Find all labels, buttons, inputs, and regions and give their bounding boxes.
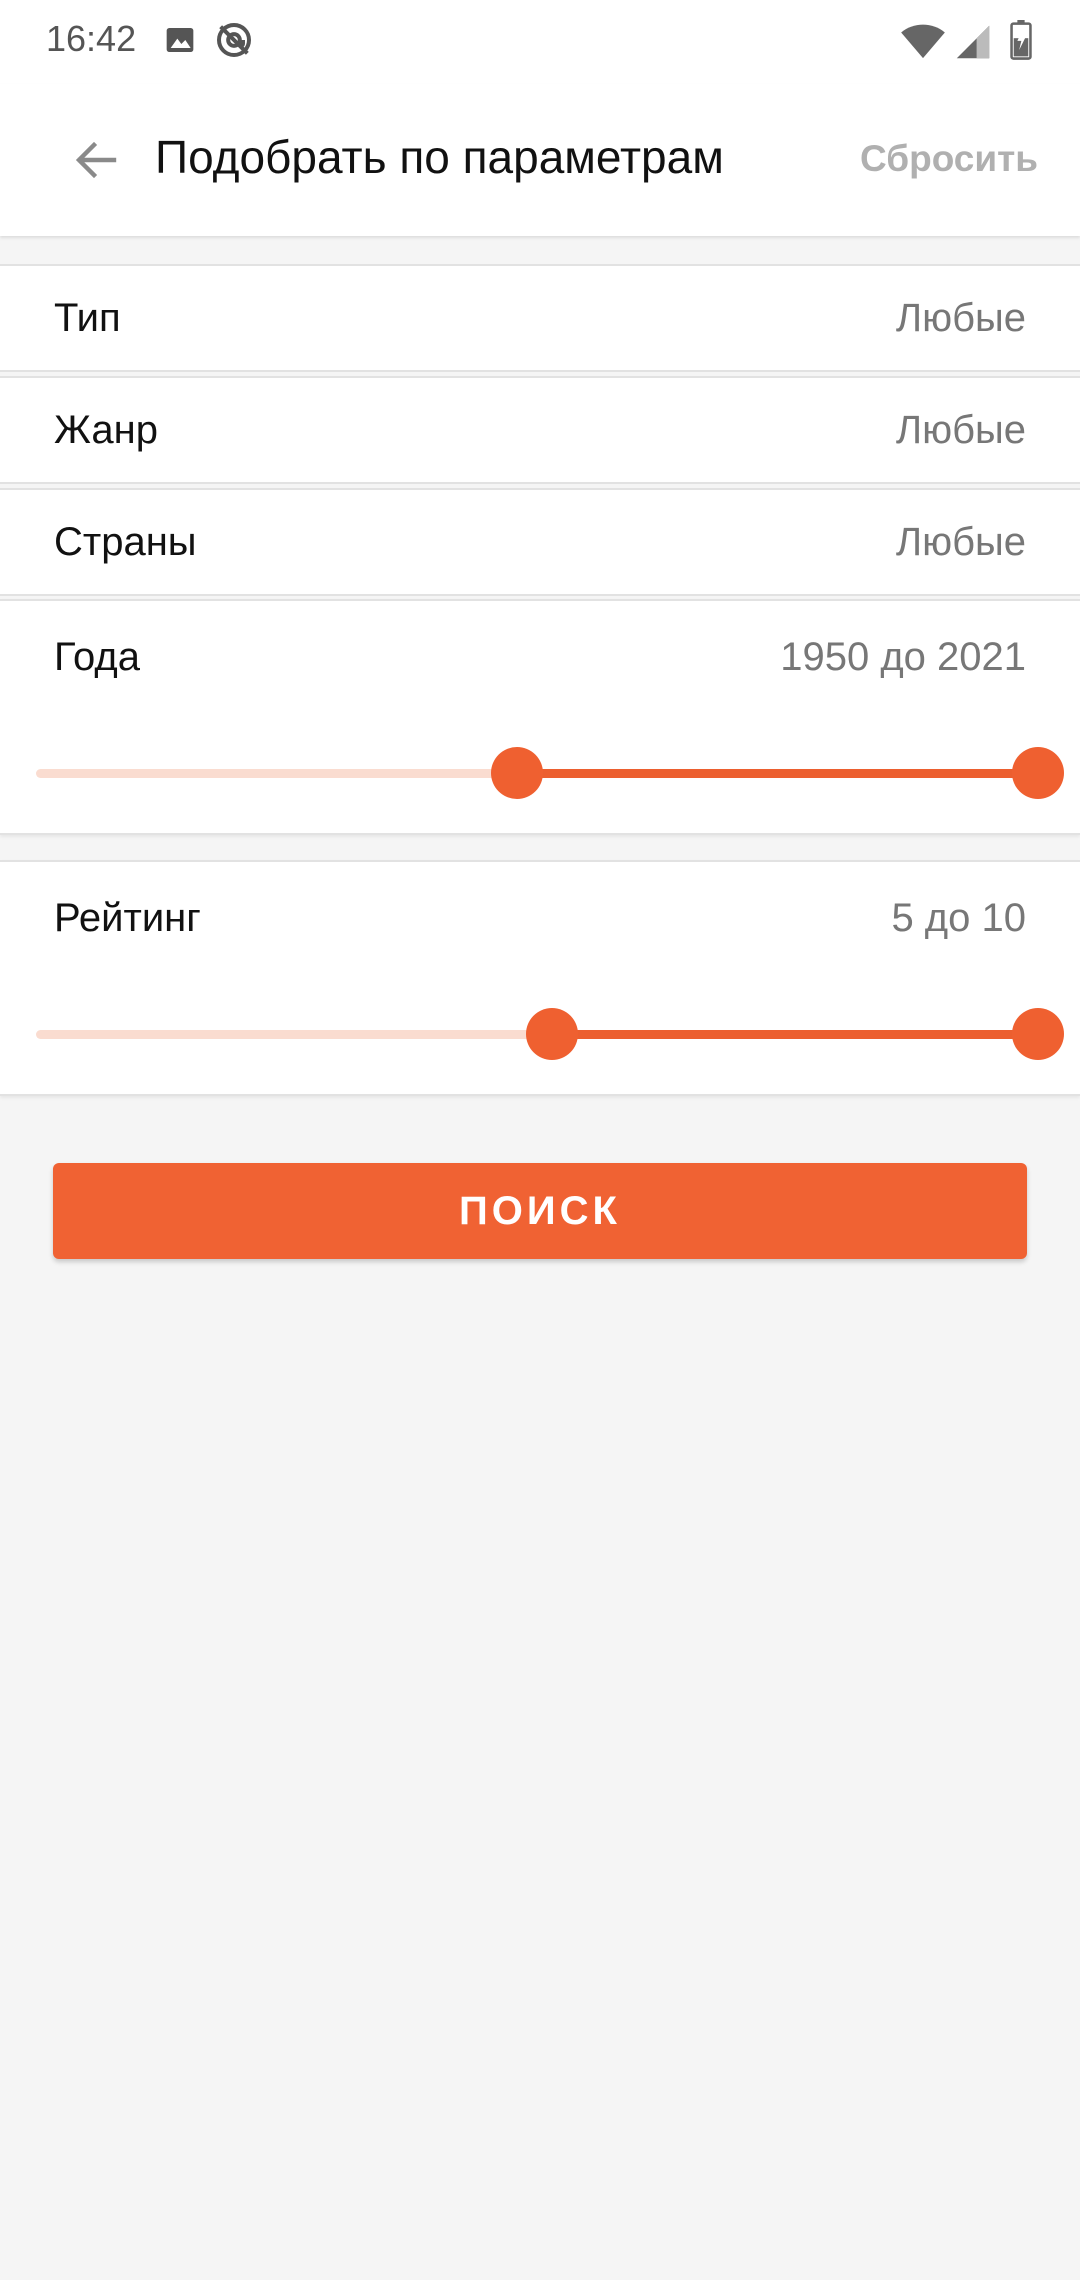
filter-row-countries[interactable]: Страны Любые: [0, 488, 1080, 596]
rating-range-slider[interactable]: [36, 1004, 1064, 1064]
years-max-thumb[interactable]: [1012, 747, 1064, 799]
rating-max-thumb[interactable]: [1012, 1008, 1064, 1060]
filter-row-genre[interactable]: Жанр Любые: [0, 376, 1080, 484]
years-range-slider[interactable]: [36, 743, 1064, 803]
image-icon: [164, 24, 196, 61]
signal-icon: [955, 24, 991, 65]
rating-value: 5 до 10: [891, 896, 1026, 940]
reset-button[interactable]: Сбросить: [860, 138, 1038, 180]
page-title: Подобрать по параметрам: [155, 131, 724, 183]
back-button[interactable]: [56, 120, 136, 200]
status-bar: 16:42: [0, 0, 1080, 84]
years-range-card: Года 1950 до 2021: [0, 599, 1080, 835]
rating-min-thumb[interactable]: [526, 1008, 579, 1060]
filter-genre-value: Любые: [895, 408, 1026, 452]
years-track-selected: [516, 769, 1038, 778]
years-label: Года: [54, 635, 140, 679]
rating-label: Рейтинг: [54, 896, 201, 940]
filter-genre-label: Жанр: [54, 408, 158, 452]
years-value: 1950 до 2021: [780, 635, 1026, 679]
at-sign-icon: [214, 20, 254, 65]
filter-countries-value: Любые: [895, 520, 1026, 564]
arrow-left-icon: [72, 136, 120, 184]
wifi-icon: [900, 22, 946, 65]
filter-row-type[interactable]: Тип Любые: [0, 264, 1080, 372]
app-bar: Подобрать по параметрам Сбросить: [0, 84, 1080, 236]
filter-type-label: Тип: [54, 296, 121, 340]
search-button[interactable]: ПОИСК: [53, 1163, 1027, 1259]
filter-countries-label: Страны: [54, 520, 197, 564]
rating-track-selected: [552, 1030, 1038, 1039]
rating-range-card: Рейтинг 5 до 10: [0, 860, 1080, 1096]
filter-type-value: Любые: [895, 296, 1026, 340]
years-min-thumb[interactable]: [490, 747, 543, 799]
status-time: 16:42: [46, 18, 137, 59]
battery-icon: [1010, 20, 1032, 65]
